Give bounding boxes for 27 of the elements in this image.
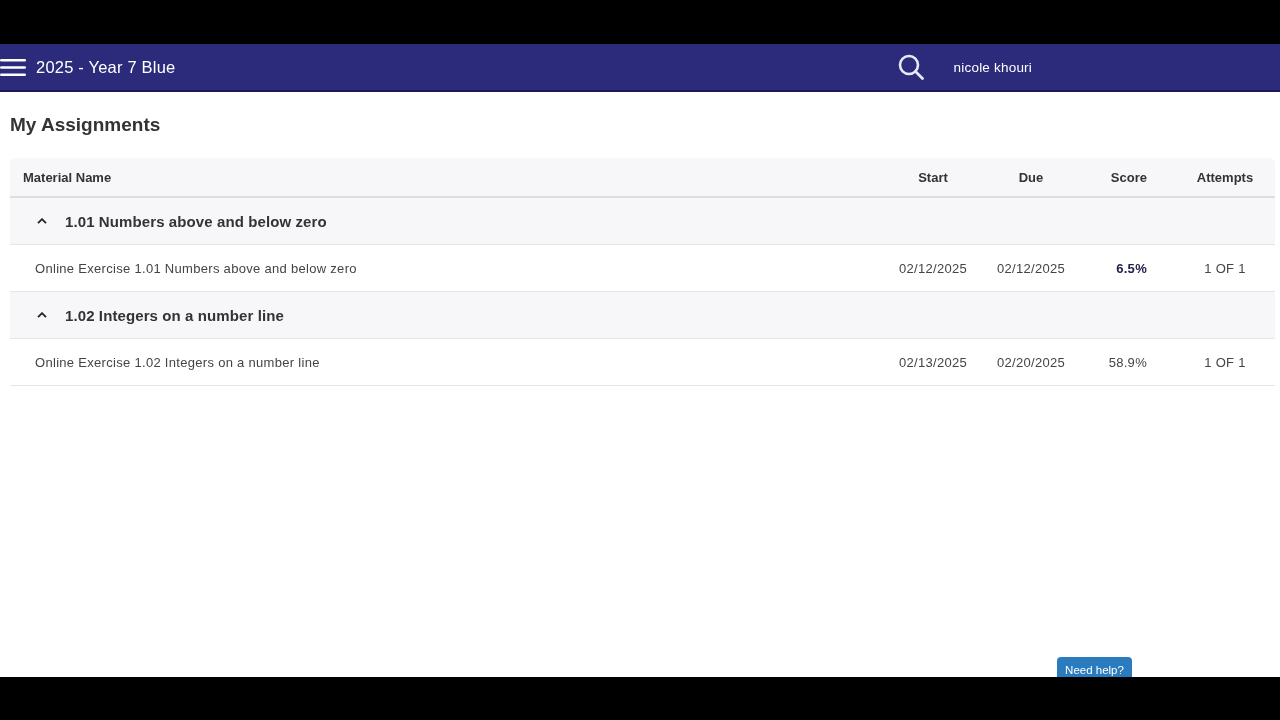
start-date-cell-text: 02/12/2025 [897, 260, 969, 276]
column-header: Start [917, 169, 949, 185]
group-header-row[interactable]: 1.02 Integers on a number line [10, 292, 1275, 339]
chevron-up-icon[interactable] [37, 218, 47, 224]
chevron-up-icon[interactable] [37, 312, 47, 318]
user-name[interactable]: nicole khouri [953, 59, 1032, 75]
material-link[interactable]: Online Exercise 1.02 Integers on a number line [10, 354, 884, 370]
score-cell-text: 6.5% [1115, 260, 1148, 276]
due-date-cell-text: 02/12/2025 [995, 260, 1067, 276]
page-title: My Assignments [10, 114, 162, 136]
column-header: Due [1017, 169, 1045, 185]
group-title: 1.02 Integers on a number line [65, 306, 284, 324]
attempts-cell-text: 1 OF 1 [1203, 354, 1247, 370]
group-header-row[interactable]: 1.01 Numbers above and below zero [10, 198, 1275, 245]
due-date-cell-text: 02/20/2025 [995, 354, 1067, 370]
material-link[interactable]: Online Exercise 1.01 Numbers above and below zero [10, 260, 884, 276]
column-header: Attempts [1195, 169, 1255, 185]
start-date-cell-text: 02/13/2025 [897, 354, 969, 370]
menu-icon[interactable] [0, 58, 26, 76]
column-header: Material Name [22, 169, 113, 185]
need-help-button[interactable]: Need help? [1057, 657, 1132, 677]
column-header: Score [1109, 169, 1148, 185]
group-title: 1.01 Numbers above and below zero [65, 212, 327, 230]
attempts-cell-text: 1 OF 1 [1203, 260, 1247, 276]
class-title: 2025 - Year 7 Blue [36, 57, 176, 77]
search-icon[interactable] [897, 54, 924, 80]
score-cell-text: 58.9% [1107, 354, 1148, 370]
